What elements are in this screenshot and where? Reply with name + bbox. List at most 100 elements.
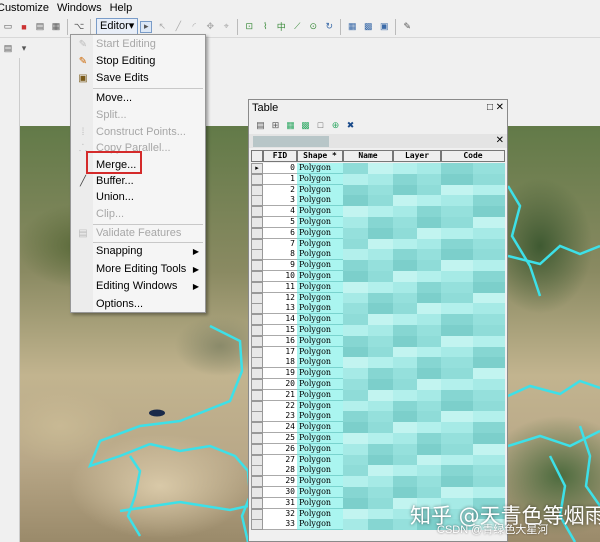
cell-fid[interactable]: 2: [263, 184, 297, 196]
python-icon[interactable]: ⌥: [73, 21, 85, 33]
cell-redacted[interactable]: [393, 443, 417, 455]
menu-item-stop-editing[interactable]: ✎ Stop Editing: [71, 53, 205, 70]
cell-redacted[interactable]: [393, 400, 417, 412]
cell-shape[interactable]: Polygon: [297, 227, 343, 239]
cell-redacted[interactable]: [343, 303, 368, 315]
cell-redacted[interactable]: [393, 281, 417, 293]
cell-redacted[interactable]: [417, 195, 441, 207]
zoom-to-selected-icon[interactable]: ⊕: [330, 120, 341, 131]
cell-redacted[interactable]: [473, 227, 505, 239]
cell-redacted[interactable]: [473, 249, 505, 261]
cell-redacted[interactable]: [417, 281, 441, 293]
cell-redacted[interactable]: [417, 368, 441, 380]
cell-fid[interactable]: 21: [263, 389, 297, 401]
menu-windows[interactable]: Windows: [57, 0, 110, 16]
cell-fid[interactable]: 12: [263, 292, 297, 304]
reshape-icon[interactable]: ⌇: [259, 21, 271, 33]
cell-redacted[interactable]: [368, 314, 393, 326]
cell-redacted[interactable]: [368, 357, 393, 369]
cell-redacted[interactable]: [343, 476, 368, 488]
cell-redacted[interactable]: [441, 476, 473, 488]
cell-shape[interactable]: Polygon: [297, 184, 343, 196]
cell-redacted[interactable]: [417, 325, 441, 336]
row-selector[interactable]: [251, 487, 263, 498]
cell-shape[interactable]: Polygon: [297, 454, 343, 466]
cell-redacted[interactable]: [368, 281, 393, 293]
cell-shape[interactable]: Polygon: [297, 238, 343, 250]
cell-redacted[interactable]: [393, 184, 417, 196]
cell-redacted[interactable]: [393, 260, 417, 272]
menu-item-more-editing-tools[interactable]: More Editing Tools ▶: [71, 261, 205, 278]
close-icon[interactable]: ✕: [496, 100, 504, 116]
cell-redacted[interactable]: [343, 346, 368, 358]
cell-redacted[interactable]: [368, 346, 393, 358]
cell-shape[interactable]: Polygon: [297, 379, 343, 390]
menu-item-snapping[interactable]: Snapping ▶: [71, 243, 205, 260]
cell-redacted[interactable]: [368, 411, 393, 423]
cell-shape[interactable]: Polygon: [297, 487, 343, 498]
row-selector[interactable]: [251, 238, 263, 250]
cell-redacted[interactable]: [417, 454, 441, 466]
column-header-fid[interactable]: FID: [263, 150, 297, 162]
cell-redacted[interactable]: [417, 422, 441, 434]
cell-redacted[interactable]: [441, 443, 473, 455]
cell-redacted[interactable]: [368, 454, 393, 466]
cell-redacted[interactable]: [473, 379, 505, 390]
cell-redacted[interactable]: [368, 249, 393, 261]
cell-redacted[interactable]: [343, 400, 368, 412]
cell-fid[interactable]: 19: [263, 368, 297, 380]
cell-redacted[interactable]: [441, 184, 473, 196]
row-selector[interactable]: [251, 346, 263, 358]
cell-redacted[interactable]: [473, 454, 505, 466]
cell-redacted[interactable]: [473, 400, 505, 412]
row-selector[interactable]: [251, 260, 263, 272]
cell-redacted[interactable]: [368, 195, 393, 207]
menu-item-construct-points[interactable]: ⁞ Construct Points...: [71, 124, 205, 141]
cell-fid[interactable]: 27: [263, 454, 297, 466]
cell-redacted[interactable]: [393, 487, 417, 498]
cell-shape[interactable]: Polygon: [297, 368, 343, 380]
cell-fid[interactable]: 20: [263, 379, 297, 390]
cell-redacted[interactable]: [417, 271, 441, 282]
row-selector[interactable]: [251, 227, 263, 239]
row-selector[interactable]: [251, 173, 263, 185]
cell-redacted[interactable]: [441, 422, 473, 434]
close-tab-icon[interactable]: ✕: [496, 134, 504, 148]
cell-redacted[interactable]: [441, 368, 473, 380]
cell-redacted[interactable]: [441, 314, 473, 326]
cell-shape[interactable]: Polygon: [297, 465, 343, 477]
cell-redacted[interactable]: [368, 508, 393, 520]
cell-redacted[interactable]: [441, 389, 473, 401]
editor-options-icon[interactable]: ✎: [401, 21, 413, 33]
cell-redacted[interactable]: [441, 217, 473, 228]
cell-fid[interactable]: 26: [263, 443, 297, 455]
cell-redacted[interactable]: [473, 303, 505, 315]
cell-redacted[interactable]: [417, 260, 441, 272]
cell-redacted[interactable]: [368, 163, 393, 174]
cell-redacted[interactable]: [368, 400, 393, 412]
cell-fid[interactable]: 14: [263, 314, 297, 326]
cell-redacted[interactable]: [368, 173, 393, 185]
cell-fid[interactable]: 24: [263, 422, 297, 434]
cell-redacted[interactable]: [368, 476, 393, 488]
menu-item-options[interactable]: Options...: [71, 296, 205, 313]
cell-redacted[interactable]: [393, 346, 417, 358]
menu-item-save-edits[interactable]: ▣ Save Edits: [71, 70, 205, 87]
cell-fid[interactable]: 6: [263, 227, 297, 239]
model-builder-icon[interactable]: ▦: [50, 21, 62, 33]
cell-redacted[interactable]: [473, 206, 505, 218]
cell-shape[interactable]: Polygon: [297, 249, 343, 261]
row-selector[interactable]: [251, 281, 263, 293]
cell-redacted[interactable]: [393, 195, 417, 207]
cell-redacted[interactable]: [393, 357, 417, 369]
restore-icon[interactable]: □: [487, 100, 493, 116]
cell-redacted[interactable]: [417, 314, 441, 326]
edit-annotation-icon[interactable]: ↖: [156, 21, 168, 33]
row-selector[interactable]: [251, 249, 263, 261]
cell-redacted[interactable]: [393, 476, 417, 488]
cell-fid[interactable]: 1: [263, 173, 297, 185]
column-header-code[interactable]: Code: [441, 150, 505, 162]
menu-help[interactable]: Help: [110, 0, 141, 16]
row-selector[interactable]: [251, 433, 263, 444]
cell-redacted[interactable]: [343, 195, 368, 207]
